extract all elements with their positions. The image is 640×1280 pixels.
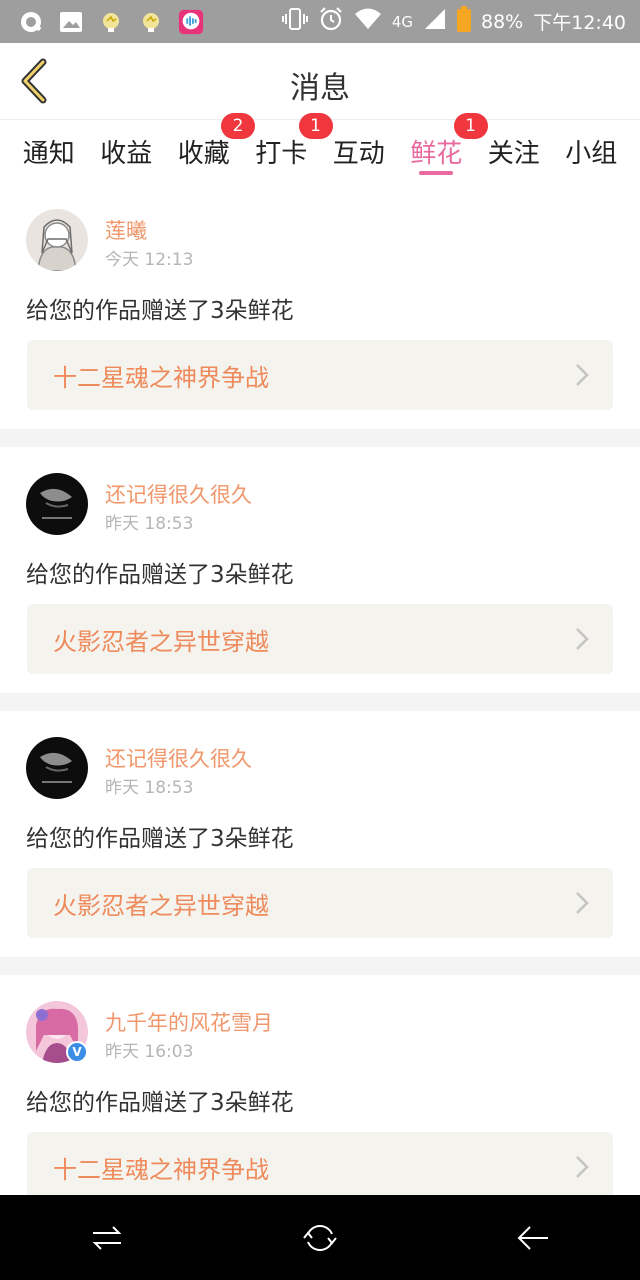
status-bar: 4G 88% 下午12:40 [0,0,640,43]
tab-earnings[interactable]: 收益 [88,121,166,181]
bulb-icon [138,9,164,35]
message-text: 给您的作品赠送了3朵鲜花 [26,1090,294,1116]
signal-icon [423,7,447,36]
avatar[interactable] [26,473,88,535]
work-title: 火影忍者之异世穿越 [53,891,269,920]
message-time: 今天 12:13 [105,250,194,270]
switch-icon [92,1225,122,1250]
battery-percent: 88% [481,10,524,33]
chevron-right-icon [576,364,589,386]
tab-notice[interactable]: 通知 [10,121,88,181]
network-type: 4G [391,12,413,31]
message-time: 昨天 16:03 [105,1042,194,1062]
sender-name[interactable]: 莲曦 [105,215,147,245]
system-nav-bar [0,1195,640,1280]
q-app-icon [18,9,44,35]
arrow-left-icon [517,1225,549,1250]
list-item: 还记得很久很久 昨天 18:53 给您的作品赠送了3朵鲜花 火影忍者之异世穿越 [0,447,640,693]
chevron-right-icon [576,628,589,650]
avatar[interactable] [26,737,88,799]
battery-icon [457,6,471,37]
tab-groups[interactable]: 小组 [553,121,631,181]
back-nav-button[interactable] [503,1208,563,1268]
message-text: 给您的作品赠送了3朵鲜花 [26,298,294,324]
sender-name[interactable]: 还记得很久很久 [105,743,252,773]
image-icon [58,9,84,35]
wifi-icon [354,7,382,36]
work-title: 火影忍者之异世穿越 [53,627,269,656]
work-title: 十二星魂之神界争战 [53,363,269,392]
list-item: 莲曦 今天 12:13 给您的作品赠送了3朵鲜花 十二星魂之神界争战 [0,183,640,429]
tab-following[interactable]: 关注 [475,121,553,181]
alarm-icon [318,6,344,37]
message-time: 昨天 18:53 [105,514,194,534]
tab-flowers[interactable]: 鲜花 1 [398,113,488,181]
chevron-right-icon [576,892,589,914]
chevron-right-icon [576,1156,589,1178]
verified-badge: V [66,1041,88,1063]
message-text: 给您的作品赠送了3朵鲜花 [26,826,294,852]
home-button[interactable] [290,1208,350,1268]
home-icon [303,1224,337,1251]
work-link[interactable]: 火影忍者之异世穿越 [27,868,613,938]
active-tab-indicator [419,171,454,175]
avatar[interactable] [26,209,88,271]
bulb-icon [98,9,124,35]
work-title: 十二星魂之神界争战 [53,1155,269,1184]
voice-app-icon [178,9,204,35]
vibrate-icon [281,7,308,36]
message-text: 给您的作品赠送了3朵鲜花 [26,562,294,588]
sender-name[interactable]: 九千年的风花雪月 [105,1007,273,1037]
list-item: V 九千年的风花雪月 昨天 16:03 给您的作品赠送了3朵鲜花 十二星魂之神界… [0,975,640,1195]
app-header: 消息 [0,43,640,120]
list-item: 还记得很久很久 昨天 18:53 给您的作品赠送了3朵鲜花 火影忍者之异世穿越 [0,711,640,957]
message-time: 昨天 18:53 [105,778,194,798]
recent-apps-button[interactable] [77,1208,137,1268]
work-link[interactable]: 十二星魂之神界争战 [27,340,613,410]
clock: 下午12:40 [533,12,626,34]
tab-favorites[interactable]: 收藏 2 [165,113,255,181]
work-link[interactable]: 火影忍者之异世穿越 [27,604,613,674]
tab-interaction[interactable]: 互动 [320,121,398,181]
sender-name[interactable]: 还记得很久很久 [105,479,252,509]
tab-checkin[interactable]: 打卡 1 [243,113,333,181]
message-tabs: 通知 收益 收藏 2 打卡 1 互动 鲜花 1 关注 小组 [0,113,640,181]
page-title: 消息 [290,71,350,106]
message-list[interactable]: 莲曦 今天 12:13 给您的作品赠送了3朵鲜花 十二星魂之神界争战 还记得很久… [0,183,640,1195]
work-link[interactable]: 十二星魂之神界争战 [27,1132,613,1195]
